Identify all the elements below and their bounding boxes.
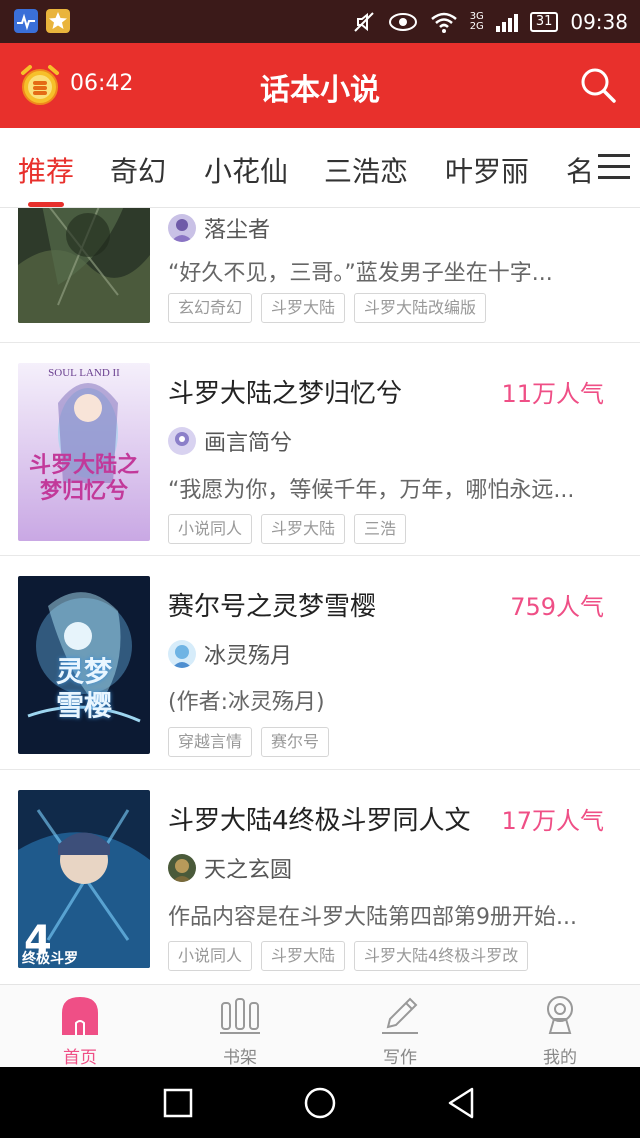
category-tabs: 推荐 奇幻 小花仙 三浩恋 叶罗丽 名 — [0, 128, 640, 208]
popularity-count: 17万人气 — [501, 807, 604, 835]
tab-yeluoli[interactable]: 叶罗丽 — [445, 150, 529, 190]
book-description: 作品内容是在斗罗大陆第四部第9册开始... — [168, 905, 577, 930]
battery-indicator: 31 — [529, 11, 559, 32]
author-name[interactable]: 画言简兮 — [204, 425, 292, 457]
tag[interactable]: 斗罗大陆4终极斗罗改 — [354, 941, 529, 971]
book-description: “我愿为你，等候千年，万年，哪怕永远... — [168, 478, 575, 503]
tag-list: 小说同人 斗罗大陆 三浩 — [168, 514, 407, 544]
book-feed[interactable]: 落尘者 “好久不见，三哥。”蓝发男子坐在十字... 玄幻奇幻 斗罗大陆 斗罗大陆… — [0, 208, 640, 984]
tag-list: 小说同人 斗罗大陆 斗罗大陆4终极斗罗改 — [168, 941, 529, 971]
book-cover[interactable]: 4 终极斗罗 — [18, 790, 150, 968]
tab-xiaohuaxian[interactable]: 小花仙 — [204, 150, 288, 190]
menu-icon[interactable] — [598, 154, 630, 182]
back-button[interactable] — [444, 1085, 480, 1121]
cover-title-line2: 梦归忆兮 — [39, 479, 128, 504]
home-circle-button[interactable] — [302, 1085, 338, 1121]
book-cover[interactable]: SOUL LAND II 斗罗大陆之 梦归忆兮 — [18, 363, 150, 541]
cover-subtitle: 终极斗罗 — [22, 951, 78, 967]
author-row[interactable]: 画言简兮 — [168, 425, 292, 457]
system-navigation-bar — [0, 1067, 640, 1138]
app-bar: 06:42 话本小说 — [0, 43, 640, 128]
nav-home[interactable]: 首页 — [30, 993, 130, 1068]
author-avatar[interactable] — [168, 854, 196, 882]
status-bar: 3G 2G 31 09:38 — [0, 0, 640, 43]
author-row[interactable]: 天之玄圆 — [168, 852, 292, 884]
tab-recommend[interactable]: 推荐 — [18, 150, 74, 190]
network-3g-label: 3G — [469, 10, 484, 22]
book-card[interactable]: 落尘者 “好久不见，三哥。”蓝发男子坐在十字... 玄幻奇幻 斗罗大陆 斗罗大陆… — [0, 208, 640, 343]
nav-profile[interactable]: 我的 — [510, 993, 610, 1068]
book-card[interactable]: 灵梦 雪樱 赛尔号之灵梦雪樱 759人气 冰灵殇月 (作者:冰灵殇月) 穿越言情… — [0, 556, 640, 770]
search-icon[interactable] — [578, 65, 618, 105]
home-icon — [62, 997, 98, 1035]
cover-series-text: SOUL LAND II — [48, 367, 120, 379]
author-name[interactable]: 天之玄圆 — [204, 852, 292, 884]
author-row[interactable]: 落尘者 — [168, 212, 270, 244]
author-avatar[interactable] — [168, 640, 196, 668]
tag-list: 玄幻奇幻 斗罗大陆 斗罗大陆改编版 — [168, 293, 487, 323]
book-card[interactable]: 4 终极斗罗 斗罗大陆4终极斗罗同人文 17万人气 天之玄圆 作品内容是在斗罗大… — [0, 770, 640, 984]
book-card[interactable]: SOUL LAND II 斗罗大陆之 梦归忆兮 斗罗大陆之梦归忆兮 11万人气 … — [0, 343, 640, 556]
author-avatar[interactable] — [168, 214, 196, 242]
book-cover[interactable]: 灵梦 雪樱 — [18, 576, 150, 754]
tag[interactable]: 玄幻奇幻 — [168, 293, 253, 323]
tag[interactable]: 穿越言情 — [168, 727, 253, 757]
author-name[interactable]: 落尘者 — [204, 212, 270, 244]
popularity-count: 759人气 — [510, 593, 604, 621]
tag[interactable]: 斗罗大陆 — [261, 514, 346, 544]
tab-fantasy[interactable]: 奇幻 — [110, 150, 166, 190]
health-app-icon — [14, 9, 38, 33]
nav-write-label: 写作 — [383, 1048, 417, 1068]
tag[interactable]: 斗罗大陆 — [261, 293, 346, 323]
nav-write[interactable]: 写作 — [350, 993, 450, 1068]
book-cover[interactable] — [18, 208, 150, 323]
cover-title-line1: 斗罗大陆之 — [28, 453, 139, 478]
app-title: 话本小说 — [260, 73, 380, 108]
cover-title-line2: 雪樱 — [55, 689, 112, 722]
tab-sanhaolian[interactable]: 三浩恋 — [324, 150, 408, 190]
cover-title-line1: 灵梦 — [55, 655, 112, 688]
tag[interactable]: 小说同人 — [168, 514, 253, 544]
network-2g-label: 2G — [469, 20, 484, 32]
tag[interactable]: 斗罗大陆 — [261, 941, 346, 971]
nav-profile-label: 我的 — [543, 1048, 577, 1068]
book-title[interactable]: 斗罗大陆4终极斗罗同人文 — [168, 800, 471, 837]
tag[interactable]: 赛尔号 — [261, 727, 330, 757]
nav-home-label: 首页 — [63, 1048, 97, 1068]
profile-icon — [547, 996, 573, 1034]
wifi-icon — [430, 12, 457, 33]
bookshelf-icon — [220, 998, 260, 1034]
book-description: (作者:冰灵殇月) — [168, 690, 325, 715]
tab-active-indicator — [28, 202, 64, 207]
book-title[interactable]: 赛尔号之灵梦雪樱 — [168, 586, 376, 623]
popularity-count: 11万人气 — [501, 380, 604, 408]
author-avatar[interactable] — [168, 427, 196, 455]
book-description: “好久不见，三哥。”蓝发男子坐在十字... — [168, 261, 553, 286]
tag-list: 穿越言情 赛尔号 — [168, 727, 330, 757]
pen-icon — [382, 997, 418, 1034]
signal-icon — [495, 12, 518, 32]
tag[interactable]: 斗罗大陆改编版 — [354, 293, 487, 323]
recents-button[interactable] — [160, 1085, 196, 1121]
clock: 09:38 — [570, 9, 628, 34]
nav-bookshelf[interactable]: 书架 — [190, 993, 290, 1068]
nav-bookshelf-label: 书架 — [223, 1048, 257, 1068]
tag[interactable]: 小说同人 — [168, 941, 253, 971]
network-type: 3G 2G — [469, 10, 484, 32]
bottom-navigation: 首页 书架 写作 我的 — [0, 984, 640, 1068]
author-name[interactable]: 冰灵殇月 — [204, 638, 292, 670]
star-app-icon — [46, 9, 70, 33]
mute-icon — [353, 11, 374, 32]
author-row[interactable]: 冰灵殇月 — [168, 638, 292, 670]
tab-more[interactable]: 名 — [566, 150, 594, 190]
tag[interactable]: 三浩 — [354, 514, 407, 544]
book-title[interactable]: 斗罗大陆之梦归忆兮 — [168, 373, 402, 410]
eye-icon — [388, 12, 417, 31]
